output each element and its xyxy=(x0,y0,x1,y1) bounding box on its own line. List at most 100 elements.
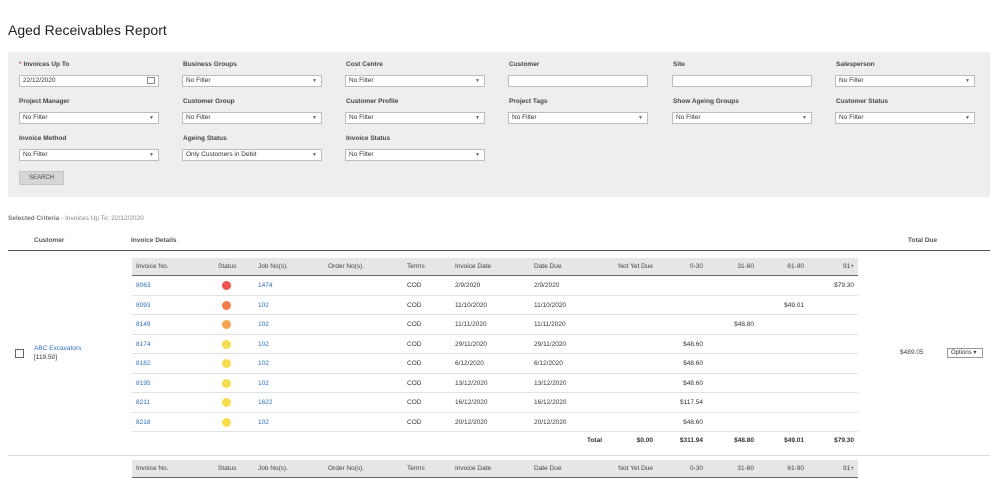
show-ageing-groups-label: Show Ageing Groups xyxy=(673,98,739,105)
column-header[interactable]: Terms xyxy=(407,460,425,477)
invoice-number-link[interactable]: 8182 xyxy=(136,354,150,373)
invoice-table-header: Invoice No. Status Job No(s). Order No(s). T… xyxy=(132,258,858,276)
column-header[interactable]: Status xyxy=(218,460,236,477)
column-header[interactable]: Not Yet Due xyxy=(618,460,653,477)
job-number-link[interactable]: 102 xyxy=(258,296,269,315)
business-groups-label: Business Groups xyxy=(183,61,237,68)
job-number-link[interactable]: 102 xyxy=(258,335,269,354)
cell-terms: COD xyxy=(407,282,422,289)
column-header-total-due[interactable]: Total Due xyxy=(908,237,937,244)
column-header[interactable]: Not Yet Due xyxy=(618,258,653,275)
cell-terms: COD xyxy=(407,360,422,367)
salesperson-select[interactable]: No Filter ▼ xyxy=(835,75,975,87)
status-dot-icon xyxy=(222,378,231,388)
cell-d61-90: $49.01 xyxy=(784,301,804,309)
invoice-method-select[interactable]: No Filter ▼ xyxy=(19,149,159,161)
options-dropdown[interactable]: Options ▾ xyxy=(947,348,983,358)
cell-date-due: 2/9/2020 xyxy=(534,282,560,289)
cost-centre-select[interactable]: No Filter ▼ xyxy=(345,75,485,87)
ageing-status-select[interactable]: Only Customers in Debit ▼ xyxy=(182,149,322,161)
column-header-invoice-details[interactable]: Invoice Details xyxy=(131,237,177,244)
customer-profile-select[interactable]: No Filter ▼ xyxy=(345,112,485,124)
invoice-number-link[interactable]: 8211 xyxy=(136,393,150,412)
chevron-down-icon: ▼ xyxy=(965,115,970,121)
chevron-down-icon: ▼ xyxy=(149,115,154,121)
column-header[interactable]: 31-60 xyxy=(737,258,754,275)
header-divider xyxy=(8,250,990,251)
customer-group-label: Customer Group xyxy=(183,98,235,105)
column-header[interactable]: 91+ xyxy=(843,258,854,275)
customer-name-link[interactable]: ABC Excavators xyxy=(34,345,81,352)
job-number-link[interactable]: 1622 xyxy=(258,393,272,412)
column-header[interactable]: Status xyxy=(218,258,236,275)
column-header[interactable]: Job No(s). xyxy=(258,258,288,275)
total-d31-60: $48.80 xyxy=(734,437,754,444)
customer-input[interactable] xyxy=(508,75,648,87)
column-header[interactable]: Job No(s). xyxy=(258,460,288,477)
calendar-icon[interactable] xyxy=(147,77,155,84)
column-header[interactable]: 31-60 xyxy=(737,460,754,477)
status-dot-icon xyxy=(222,281,231,290)
cell-d0-30: $48.60 xyxy=(683,360,703,367)
job-number-link[interactable]: 102 xyxy=(258,315,269,334)
totals-row: Total $0.00 $311.94 $48.80 $49.01 $79.30 xyxy=(132,432,858,450)
job-number-link[interactable]: 1474 xyxy=(258,276,272,295)
customer-code: [119.50] xyxy=(34,354,58,361)
column-header[interactable]: Order No(s). xyxy=(328,460,364,477)
table-row: 8149 102 COD 11/11/2020 11/11/2020 $48.80 xyxy=(132,315,858,335)
invoices-up-to-field[interactable]: 22/12/2020 xyxy=(19,75,159,87)
customer-cell: ABC Excavators [119.50] xyxy=(34,345,81,361)
customer-group-select[interactable]: No Filter ▼ xyxy=(182,112,322,124)
cell-d0-30: $48.60 xyxy=(683,379,703,387)
cell-invoice-date: 2/9/2020 xyxy=(455,282,481,289)
search-button[interactable]: SEARCH xyxy=(19,171,64,185)
invoice-number-link[interactable]: 8093 xyxy=(136,296,150,315)
cell-d91: $79.30 xyxy=(834,282,854,289)
table-row: 8182 102 COD 6/12/2020 6/12/2020 $48.60 xyxy=(132,354,858,374)
invoice-number-link[interactable]: 8218 xyxy=(136,413,150,432)
column-header[interactable]: 61-90 xyxy=(787,258,804,275)
column-header[interactable]: Order No(s). xyxy=(328,258,364,275)
cell-date-due: 16/12/2020 xyxy=(534,399,567,406)
cell-terms: COD xyxy=(407,418,422,426)
column-header[interactable]: Terms xyxy=(407,258,425,275)
business-groups-select[interactable]: No Filter ▼ xyxy=(182,75,322,87)
column-header[interactable]: Invoice No. xyxy=(136,258,169,275)
column-header[interactable]: 0-30 xyxy=(690,258,703,275)
job-number-link[interactable]: 102 xyxy=(258,374,269,393)
customer-total-due: $489.05 xyxy=(900,349,924,356)
customer-checkbox[interactable] xyxy=(15,349,24,358)
table-row: 8218 102 COD 20/12/2020 20/12/2020 $48.60 xyxy=(132,413,858,432)
column-header[interactable]: Invoice Date xyxy=(455,258,491,275)
project-tags-select[interactable]: No Filter ▼ xyxy=(508,112,648,124)
column-header[interactable]: 91+ xyxy=(843,460,854,477)
cell-date-due: 13/12/2020 xyxy=(534,379,567,387)
customer-status-select[interactable]: No Filter ▼ xyxy=(835,112,975,124)
column-header[interactable]: 0-30 xyxy=(690,460,703,477)
job-number-link[interactable]: 102 xyxy=(258,354,269,373)
chevron-down-icon: ▼ xyxy=(638,115,643,121)
invoice-number-link[interactable]: 8063 xyxy=(136,276,150,295)
site-input[interactable] xyxy=(672,75,812,87)
invoice-table-header: Invoice No. Status Job No(s). Order No(s). T… xyxy=(132,460,858,478)
cell-d31-60: $48.80 xyxy=(734,321,754,328)
column-header-customer[interactable]: Customer xyxy=(34,237,64,244)
invoice-status-select[interactable]: No Filter ▼ xyxy=(345,149,485,161)
invoice-number-link[interactable]: 8149 xyxy=(136,315,150,334)
project-manager-select[interactable]: No Filter ▼ xyxy=(19,112,159,124)
column-header[interactable]: 61-90 xyxy=(787,460,804,477)
show-ageing-groups-select[interactable]: No Filter ▼ xyxy=(672,112,812,124)
cost-centre-label: Cost Centre xyxy=(346,61,383,68)
invoice-number-link[interactable]: 8174 xyxy=(136,335,150,354)
column-header[interactable]: Date Due xyxy=(534,460,561,477)
customer-status-label: Customer Status xyxy=(836,98,889,105)
job-number-link[interactable]: 102 xyxy=(258,413,269,432)
invoice-number-link[interactable]: 8195 xyxy=(136,374,150,393)
status-dot-icon xyxy=(222,359,231,368)
column-header[interactable]: Invoice Date xyxy=(455,460,491,477)
column-header[interactable]: Invoice No. xyxy=(136,460,169,477)
status-dot-icon xyxy=(222,339,231,349)
column-header[interactable]: Date Due xyxy=(534,258,561,275)
invoice-method-label: Invoice Method xyxy=(19,135,67,142)
selected-criteria: Selected Criteria - Invoices Up To: 22/1… xyxy=(8,215,144,222)
